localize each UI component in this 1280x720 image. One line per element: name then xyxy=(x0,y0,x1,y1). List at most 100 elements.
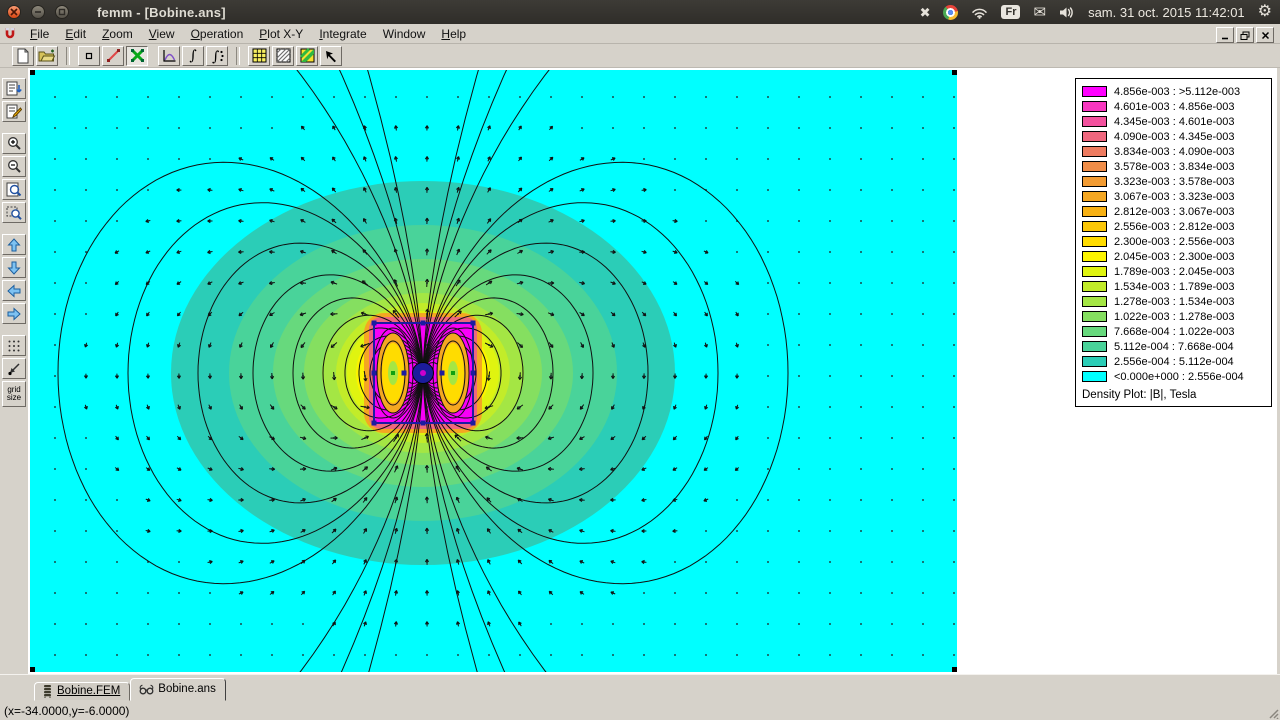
window-buttons xyxy=(7,5,69,19)
legend-row: 4.090e-003 : 4.345e-003 xyxy=(1082,129,1267,144)
mail-icon[interactable]: ✉ xyxy=(1033,5,1046,20)
zoom-in-button[interactable] xyxy=(2,133,26,154)
menu-zoom[interactable]: Zoom xyxy=(94,25,141,43)
legend-range: 4.856e-003 : >5.112e-003 xyxy=(1114,85,1241,98)
legend-range: <0.000e+000 : 2.556e-004 xyxy=(1114,370,1244,383)
menu-file[interactable]: File xyxy=(22,25,57,43)
menu-integrate[interactable]: Integrate xyxy=(311,25,374,43)
tab-bobine-ans[interactable]: Bobine.ans xyxy=(130,678,226,701)
legend-swatch xyxy=(1082,116,1107,127)
legend-row: 1.789e-003 : 2.045e-003 xyxy=(1082,264,1267,279)
zoom-in-icon xyxy=(7,137,21,150)
legend-row: 2.556e-004 : 5.112e-004 xyxy=(1082,354,1267,369)
legend-row: 3.067e-003 : 3.323e-003 xyxy=(1082,189,1267,204)
grid-size-button[interactable]: grid size xyxy=(2,381,26,407)
density-plot-button[interactable] xyxy=(248,45,270,66)
edit-properties-button[interactable] xyxy=(2,101,26,122)
zoom-page-icon xyxy=(6,182,22,197)
legend-swatch xyxy=(1082,191,1107,202)
legend-row: 3.834e-003 : 4.090e-003 xyxy=(1082,144,1267,159)
pan-down-button[interactable] xyxy=(2,257,26,278)
mdi-close-button[interactable] xyxy=(1256,27,1274,43)
mdi-window-buttons xyxy=(1216,27,1274,43)
output-doc-icon xyxy=(6,81,22,96)
arrow-pointer-icon xyxy=(326,50,336,62)
menu-operation[interactable]: Operation xyxy=(183,25,252,43)
legend-row: 1.022e-003 : 1.278e-003 xyxy=(1082,309,1267,324)
legend-row: 4.601e-003 : 4.856e-003 xyxy=(1082,99,1267,114)
block-mode-button[interactable] xyxy=(126,45,148,66)
clock[interactable]: sam. 31 oct. 2015 11:42:01 xyxy=(1088,5,1245,20)
window-title: femm - [Bobine.ans] xyxy=(97,4,226,20)
line-integral-button[interactable]: ∫ xyxy=(206,45,228,66)
pan-right-button[interactable] xyxy=(2,303,26,324)
legend-swatch xyxy=(1082,221,1107,232)
legend-swatch xyxy=(1082,266,1107,277)
plot-xy-button[interactable] xyxy=(158,45,180,66)
output-window-button[interactable] xyxy=(2,78,26,99)
wifi-icon[interactable] xyxy=(971,6,988,19)
open-file-button[interactable] xyxy=(36,45,58,66)
notifier-icon[interactable]: ✖ xyxy=(920,6,931,19)
zoom-window-button[interactable] xyxy=(2,202,26,223)
legend-swatch xyxy=(1082,101,1107,112)
zoom-out-button[interactable] xyxy=(2,156,26,177)
maximize-icon xyxy=(58,8,66,16)
mdi-close-icon xyxy=(1261,31,1269,39)
legend-swatch xyxy=(1082,161,1107,172)
close-button[interactable] xyxy=(7,5,21,19)
point-values-button[interactable] xyxy=(78,45,100,66)
legend-range: 3.323e-003 : 3.578e-003 xyxy=(1114,175,1235,188)
snap-to-grid-button[interactable] xyxy=(2,358,26,379)
legend-row: 1.534e-003 : 1.789e-003 xyxy=(1082,279,1267,294)
integral-button[interactable]: ∫ xyxy=(182,45,204,66)
legend-swatch xyxy=(1082,341,1107,352)
shaded-plot-icon xyxy=(299,48,314,63)
snap-grid-icon xyxy=(8,362,20,375)
mdi-restore-button[interactable] xyxy=(1236,27,1254,43)
new-file-button[interactable] xyxy=(12,45,34,66)
vector-plot-button[interactable] xyxy=(296,45,318,66)
menu-view[interactable]: View xyxy=(141,25,183,43)
contour-mode-button[interactable] xyxy=(102,45,124,66)
glasses-icon xyxy=(139,684,154,695)
tab-bobine-fem[interactable]: Bobine.FEM xyxy=(34,682,131,701)
pan-up-button[interactable] xyxy=(2,234,26,255)
minimize-button[interactable] xyxy=(31,5,45,19)
resize-grip[interactable] xyxy=(1266,706,1279,719)
menu-edit[interactable]: Edit xyxy=(57,25,94,43)
legend-swatch xyxy=(1082,206,1107,217)
maximize-button[interactable] xyxy=(55,5,69,19)
zoom-extents-button[interactable] xyxy=(2,179,26,200)
pointer-button[interactable] xyxy=(320,45,342,66)
legend-range: 1.789e-003 : 2.045e-003 xyxy=(1114,265,1235,278)
legend-swatch xyxy=(1082,371,1107,382)
menu-help[interactable]: Help xyxy=(433,25,474,43)
show-grid-button[interactable] xyxy=(2,335,26,356)
menu-window[interactable]: Window xyxy=(375,25,434,43)
pan-left-button[interactable] xyxy=(2,280,26,301)
cursor-coordinates: (x=-34.0000,y=-6.0000) xyxy=(4,704,130,718)
mdi-minimize-button[interactable] xyxy=(1216,27,1234,43)
contour-plot-button[interactable] xyxy=(272,45,294,66)
session-gear-icon[interactable]: ⚙ xyxy=(1258,4,1272,20)
toolbar-separator xyxy=(66,46,70,65)
legend-caption: Density Plot: |B|, Tesla xyxy=(1082,389,1197,401)
legend-swatch xyxy=(1082,281,1107,292)
volume-icon[interactable] xyxy=(1059,6,1075,19)
legend-row: 1.278e-003 : 1.534e-003 xyxy=(1082,294,1267,309)
legend-range: 4.345e-003 : 4.601e-003 xyxy=(1114,115,1235,128)
toolbar-top: ∫ ∫ xyxy=(0,44,1280,68)
edit-doc-icon xyxy=(6,104,22,119)
legend-swatch xyxy=(1082,311,1107,322)
chrome-icon[interactable] xyxy=(943,4,959,20)
legend-swatch xyxy=(1082,176,1107,187)
menu-plot-x-y[interactable]: Plot X-Y xyxy=(251,25,311,43)
keyboard-layout-indicator[interactable]: Fr xyxy=(1001,5,1021,19)
menubar: File Edit Zoom View Operation Plot X-Y Integra… xyxy=(0,24,1280,44)
legend-range: 1.022e-003 : 1.278e-003 xyxy=(1114,310,1235,323)
field-view[interactable] xyxy=(30,70,957,672)
legend-range: 1.278e-003 : 1.534e-003 xyxy=(1114,295,1235,308)
density-plot-canvas[interactable] xyxy=(30,70,957,672)
close-icon xyxy=(10,8,18,16)
